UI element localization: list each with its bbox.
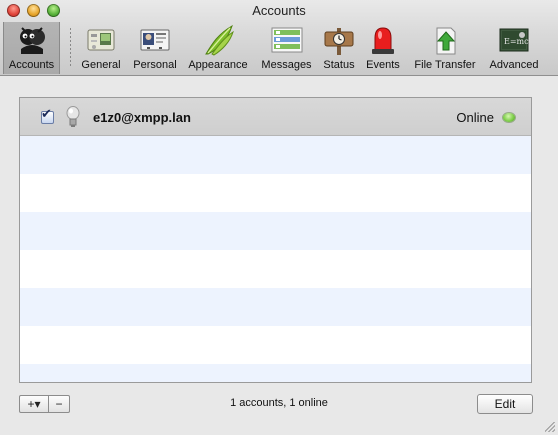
accounts-summary: 1 accounts, 1 online — [230, 397, 328, 409]
toolbar-label: Appearance — [188, 59, 248, 71]
preferences-window: Accounts Accounts General Personal Appea… — [0, 0, 558, 435]
accounts-list[interactable]: ✔ e1z0@xmpp.lan Online — [19, 97, 532, 383]
empty-row — [20, 136, 531, 174]
account-name: e1z0@xmpp.lan — [93, 110, 191, 125]
resize-grip[interactable] — [545, 422, 555, 432]
toolbar-file-transfer-button[interactable]: File Transfer — [407, 22, 483, 74]
toolbar-personal-button[interactable]: Personal — [130, 22, 180, 74]
lightbulb-icon — [66, 106, 80, 127]
toolbar-label: Messages — [261, 59, 312, 71]
toolbar-accounts-button[interactable]: Accounts — [3, 22, 60, 74]
empty-row — [20, 250, 531, 288]
messages-icon — [271, 27, 302, 53]
toolbar-label: File Transfer — [414, 59, 476, 71]
accounts-icon — [19, 27, 45, 54]
empty-row — [20, 364, 531, 382]
toolbar-advanced-button[interactable]: E=mc² Advanced — [485, 22, 543, 74]
empty-row — [20, 288, 531, 326]
empty-row — [20, 326, 531, 364]
toolbar-label: Events — [366, 59, 400, 71]
events-icon — [372, 27, 394, 54]
toolbar-label: Personal — [133, 59, 177, 71]
toolbar-separator — [70, 28, 71, 68]
toolbar-messages-button[interactable]: Messages — [259, 22, 314, 74]
toolbar-status-button[interactable]: Status — [318, 22, 360, 74]
empty-row — [20, 212, 531, 250]
account-enabled-checkbox[interactable]: ✔ — [41, 107, 54, 124]
toolbar-events-button[interactable]: Events — [362, 22, 404, 74]
toolbar-appearance-button[interactable]: Appearance — [184, 22, 252, 74]
appearance-icon — [205, 24, 234, 56]
toolbar-label: General — [81, 59, 121, 71]
online-status-icon — [503, 113, 515, 122]
file-transfer-icon — [436, 27, 456, 55]
account-status: Online — [456, 110, 494, 125]
account-row[interactable]: ✔ e1z0@xmpp.lan Online — [20, 98, 531, 136]
toolbar-label: Status — [323, 59, 355, 71]
checkmark-icon: ✔ — [41, 107, 52, 122]
general-icon — [87, 29, 115, 51]
edit-button[interactable]: Edit — [477, 394, 533, 414]
toolbar-general-button[interactable]: General — [78, 22, 124, 74]
toolbar-label: Accounts — [8, 59, 55, 71]
status-icon — [324, 28, 354, 55]
toolbar: Accounts Accounts General Personal Appea… — [0, 0, 558, 76]
empty-row — [20, 174, 531, 212]
personal-icon — [140, 29, 170, 51]
window-title: Accounts — [252, 3, 306, 18]
toolbar-label: Advanced — [489, 59, 539, 71]
advanced-icon: E=mc² — [499, 28, 530, 52]
svg-text:E=mc²: E=mc² — [504, 37, 530, 46]
